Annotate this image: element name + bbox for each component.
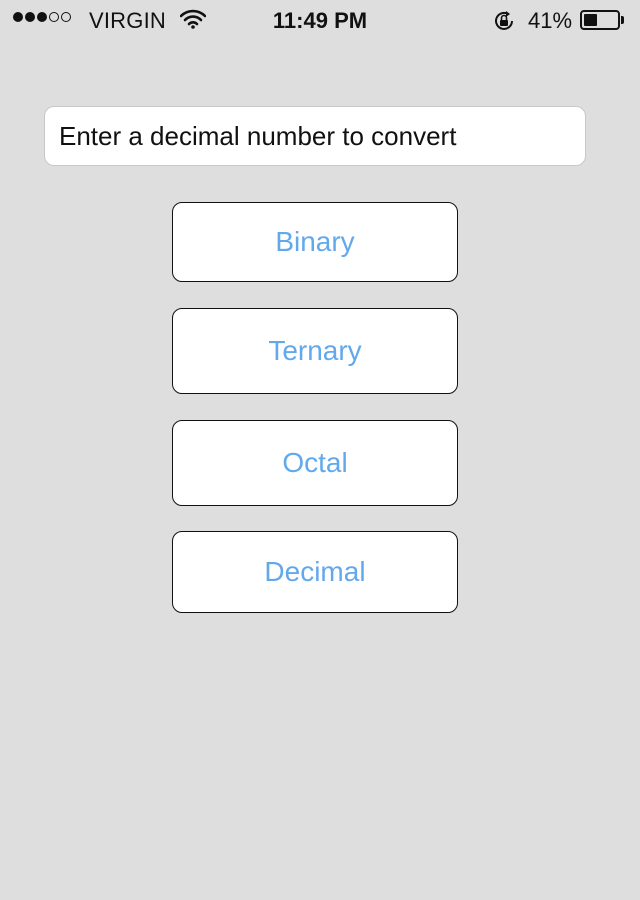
orientation-lock-icon — [495, 11, 513, 30]
battery-icon — [580, 10, 624, 30]
battery-fill — [584, 14, 598, 26]
binary-button[interactable]: Binary — [172, 202, 458, 282]
decimal-button[interactable]: Decimal — [172, 531, 458, 613]
status-bar: VIRGIN 11:49 PM 41% — [0, 0, 640, 40]
octal-button[interactable]: Octal — [172, 420, 458, 506]
battery-body — [580, 10, 620, 30]
battery-tip — [621, 16, 624, 24]
battery-percentage: 41% — [528, 8, 573, 33]
decimal-number-input[interactable] — [44, 106, 586, 166]
ternary-button[interactable]: Ternary — [172, 308, 458, 394]
